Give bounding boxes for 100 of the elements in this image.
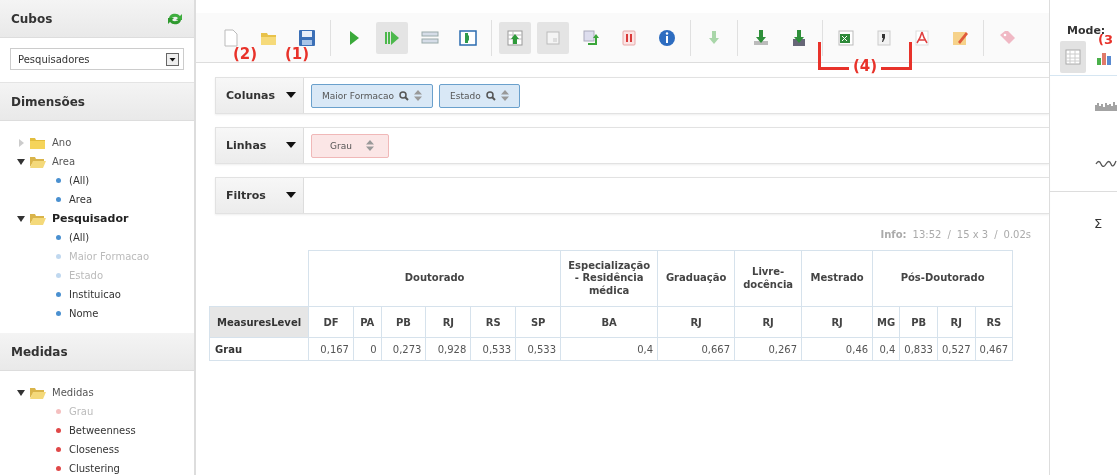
tree-item[interactable]: (All) bbox=[69, 175, 90, 186]
level-dot-icon bbox=[56, 178, 61, 183]
expanded-caret-icon[interactable] bbox=[16, 387, 26, 398]
column-group-header: Pós-Doutorado bbox=[872, 250, 1013, 307]
table-arrow-icon bbox=[506, 28, 524, 47]
column-header: RJ bbox=[937, 306, 976, 338]
column-header: RS bbox=[470, 306, 516, 338]
column-group-header: Doutorado bbox=[308, 250, 561, 307]
table-icon bbox=[1064, 49, 1081, 65]
info-label: Info: bbox=[880, 229, 907, 240]
info-icon bbox=[658, 28, 676, 47]
zone-header[interactable]: Filtros bbox=[216, 178, 304, 213]
tree-item[interactable]: Area bbox=[52, 156, 75, 167]
tree-item[interactable]: Closeness bbox=[69, 444, 120, 455]
table-cell: 0,533 bbox=[515, 337, 561, 361]
chip-label: Maior Formacao bbox=[322, 90, 394, 101]
level-dot-icon bbox=[56, 254, 61, 259]
level-dot-icon bbox=[56, 447, 61, 452]
table-cell: 0,833 bbox=[899, 337, 938, 361]
column-header: RJ bbox=[657, 306, 735, 338]
panel-title: Dimensões bbox=[11, 94, 85, 109]
tree-item[interactable]: Area bbox=[69, 194, 92, 205]
row-header: Grau bbox=[209, 337, 309, 361]
level-dot-icon bbox=[56, 273, 61, 278]
column-header: RJ bbox=[734, 306, 802, 338]
row-header-title: MeasuresLevel bbox=[209, 306, 309, 338]
field-chip[interactable]: Grau bbox=[311, 133, 389, 158]
tree-item[interactable]: (All) bbox=[69, 232, 90, 243]
column-header: SP bbox=[515, 306, 561, 338]
tree-item[interactable]: Instituicao bbox=[69, 289, 121, 300]
panel-title: Medidas bbox=[11, 344, 68, 359]
download-icon bbox=[790, 28, 808, 47]
column-group-header: Livre-docência bbox=[734, 250, 802, 307]
zone-title: Colunas bbox=[226, 89, 276, 102]
tree-item[interactable]: Medidas bbox=[52, 387, 94, 398]
column-header: PA bbox=[353, 306, 382, 338]
level-dot-icon bbox=[56, 292, 61, 297]
table-cell: 0 bbox=[353, 337, 382, 361]
info-separator: / bbox=[947, 229, 951, 240]
sigma-button[interactable]: Σ bbox=[1050, 192, 1117, 231]
play-icon bbox=[383, 28, 401, 47]
table-cell: 0,467 bbox=[975, 337, 1013, 361]
sort-icon[interactable] bbox=[414, 90, 422, 101]
pdf-icon bbox=[913, 28, 931, 47]
search-icon[interactable] bbox=[399, 90, 409, 101]
table-cell: 0,267 bbox=[734, 337, 802, 361]
dropdown-caret-icon[interactable] bbox=[286, 192, 296, 199]
column-header: RJ bbox=[425, 306, 471, 338]
zone-header[interactable]: Linhas bbox=[216, 128, 304, 163]
column-header: MG bbox=[872, 306, 900, 338]
panel-icon bbox=[459, 28, 477, 47]
swap-icon bbox=[582, 28, 600, 47]
table-cell: 0,4 bbox=[872, 337, 900, 361]
tree-item[interactable]: Betweenness bbox=[69, 425, 136, 436]
sparkline-icon[interactable] bbox=[1095, 101, 1117, 111]
level-dot-icon bbox=[56, 311, 61, 316]
table-cell: 0,46 bbox=[801, 337, 873, 361]
table-cell: 0,533 bbox=[470, 337, 516, 361]
info-separator: / bbox=[994, 229, 998, 240]
open-folder-icon bbox=[29, 155, 47, 168]
zone-header[interactable]: Colunas bbox=[216, 78, 304, 113]
toolbar-button[interactable] bbox=[499, 21, 531, 54]
tree-item[interactable]: Ano bbox=[52, 137, 72, 148]
dropdown-caret-icon[interactable] bbox=[286, 142, 296, 149]
expanded-caret-icon[interactable] bbox=[16, 156, 26, 167]
level-dot-icon bbox=[56, 235, 61, 240]
document-icon bbox=[222, 28, 240, 47]
table-icon bbox=[544, 28, 562, 47]
tree-item[interactable]: Pesquisador bbox=[52, 212, 129, 225]
sort-icon[interactable] bbox=[365, 140, 374, 151]
field-chip[interactable]: Maior Formacao bbox=[311, 83, 433, 108]
zone-title: Filtros bbox=[226, 189, 266, 202]
column-group-header: Especialização - Residência médica bbox=[560, 250, 658, 307]
toolbar-button[interactable] bbox=[376, 21, 408, 54]
annotation-label: (4) bbox=[852, 59, 878, 74]
level-dot-icon bbox=[56, 428, 61, 433]
sort-icon[interactable] bbox=[500, 90, 509, 101]
column-header: BA bbox=[560, 306, 658, 338]
open-folder-icon bbox=[29, 386, 47, 399]
column-header: RJ bbox=[801, 306, 873, 338]
info-size: 15 x 3 bbox=[956, 229, 989, 240]
table-cell: 0,273 bbox=[381, 337, 426, 361]
column-group-header: Mestrado bbox=[801, 250, 873, 307]
download-icon bbox=[752, 28, 770, 47]
dropdown-caret-icon[interactable] bbox=[286, 92, 296, 99]
cube-select[interactable]: Pesquisadores bbox=[10, 48, 184, 70]
expanded-caret-icon[interactable] bbox=[16, 213, 26, 224]
tree-item[interactable]: Nome bbox=[69, 308, 99, 319]
info-duration: 0.02s bbox=[1003, 229, 1031, 240]
annotation-label: (2) bbox=[233, 45, 258, 63]
table-cell: 0,667 bbox=[657, 337, 735, 361]
pause-icon bbox=[620, 28, 638, 47]
field-chip[interactable]: Estado bbox=[439, 83, 520, 108]
search-icon[interactable] bbox=[485, 90, 496, 101]
table-cell: 0,4 bbox=[560, 337, 658, 361]
zone-title: Linhas bbox=[226, 139, 267, 152]
wave-icon[interactable] bbox=[1095, 159, 1117, 167]
chip-label: Estado bbox=[450, 90, 481, 101]
tree-item[interactable]: Clustering bbox=[69, 463, 120, 474]
fields-icon bbox=[421, 28, 439, 47]
